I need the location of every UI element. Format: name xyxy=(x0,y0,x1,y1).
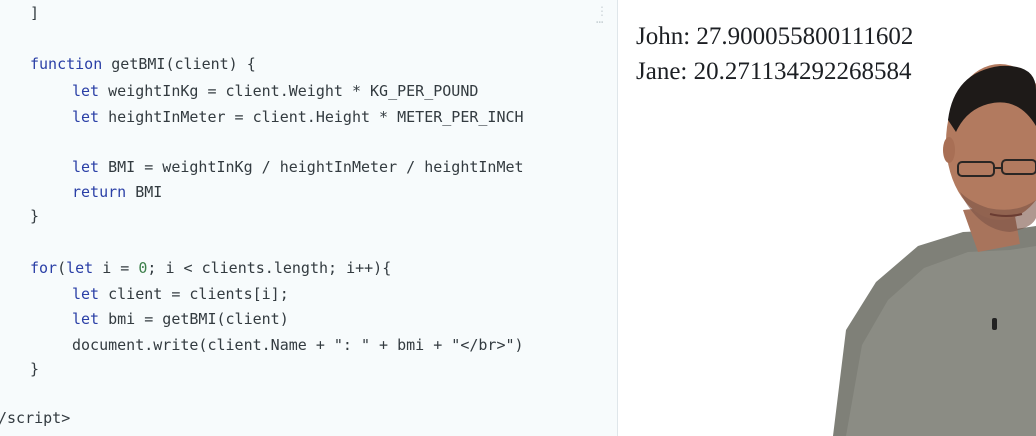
code-line: let BMI = weightInKg / heightInMeter / h… xyxy=(72,158,524,176)
presenter-video xyxy=(833,64,1036,436)
code-line: ] xyxy=(30,4,40,22)
browser-output-pane: John: 27.900055800111602 Jane: 20.271134… xyxy=(618,0,1036,436)
code-line: function getBMI(client) { xyxy=(30,55,256,73)
code-line: for(let i = 0; i < clients.length; i++){ xyxy=(30,259,392,277)
code-line: let heightInMeter = client.Height * METE… xyxy=(72,108,524,126)
code-line: } xyxy=(30,207,40,225)
code-line: let bmi = getBMI(client) xyxy=(72,310,289,328)
code-editor[interactable]: ] function getBMI(client) { let weightIn… xyxy=(0,0,618,436)
code-line: let client = clients[i]; xyxy=(72,285,289,303)
code-line: document.write(client.Name + ": " + bmi … xyxy=(72,336,524,354)
editor-scroll-marker-icon[interactable]: ⋮ ⋯ xyxy=(596,5,608,28)
code-line: } xyxy=(30,360,40,378)
code-line: /script> xyxy=(0,409,71,427)
code-line: let weightInKg = client.Weight * KG_PER_… xyxy=(72,82,479,100)
code-line: return BMI xyxy=(72,183,163,201)
